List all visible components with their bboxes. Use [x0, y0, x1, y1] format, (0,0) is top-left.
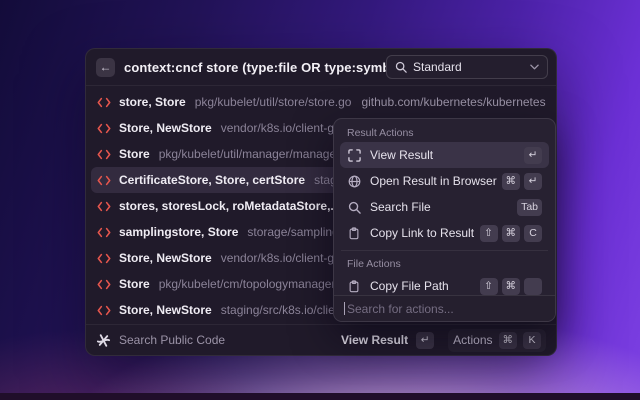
result-symbols: Store	[119, 147, 150, 161]
return-key-chip: ↵	[524, 173, 542, 190]
result-symbols: Store, NewStore	[119, 121, 212, 135]
search-icon	[395, 61, 407, 73]
result-path: pkg/kubelet/util/manager/manager.go	[159, 147, 356, 161]
action-label: Open Result in Browser	[370, 174, 497, 188]
view-result-footer-button[interactable]: View Result	[341, 333, 408, 347]
popup-divider	[341, 250, 548, 251]
result-repo: github.com/kubernetes/kubernetes	[351, 95, 545, 109]
footer-bar: Search Public Code View Result ↵ Actions…	[86, 324, 556, 355]
search-icon	[347, 201, 361, 214]
actions-footer-button[interactable]: Actions ⌘ K	[448, 329, 546, 352]
result-symbols: CertificateStore, Store, certStore	[119, 173, 305, 187]
actions-search-placeholder: Search for actions...	[347, 302, 454, 316]
code-symbol-icon	[97, 149, 111, 160]
command-key-chip: ⌘	[499, 332, 518, 349]
k-key-chip: K	[523, 332, 541, 349]
result-symbols: store, Store	[119, 95, 186, 109]
return-key-chip: ↵	[524, 147, 542, 164]
section-title-result-actions: Result Actions	[340, 124, 549, 142]
result-row-1[interactable]: store, Store pkg/kubelet/util/store/stor…	[86, 89, 556, 115]
action-open-result-in-browser[interactable]: Open Result in Browser ⌘ ↵	[340, 168, 549, 194]
search-query-input[interactable]: context:cncf store (type:file OR type:sy…	[124, 60, 386, 75]
action-search-file[interactable]: Search File Tab	[340, 194, 549, 220]
code-symbol-icon	[97, 123, 111, 134]
globe-icon	[347, 175, 361, 188]
code-symbol-icon	[97, 253, 111, 264]
screen-bottom-edge	[0, 393, 640, 400]
action-label: Copy Link to Result	[370, 226, 474, 240]
back-arrow-icon: ←	[100, 61, 112, 73]
code-symbol-icon	[97, 97, 111, 108]
return-key-chip: ↵	[416, 332, 434, 349]
result-symbols: samplingstore, Store	[119, 225, 238, 239]
command-key-chip: ⌘	[502, 173, 521, 190]
code-symbol-icon	[97, 305, 111, 316]
result-symbols: stores, storesLock, roMetadataStore,...	[119, 199, 340, 213]
result-path: pkg/kubelet/util/store/store.go	[195, 95, 352, 109]
actions-label: Actions	[453, 333, 492, 347]
back-button[interactable]: ←	[96, 58, 115, 77]
tab-key-chip: Tab	[517, 199, 542, 216]
result-symbols: Store, NewStore	[119, 303, 212, 317]
c-key-chip: C	[524, 225, 542, 242]
code-symbol-icon	[97, 175, 111, 186]
code-symbol-icon	[97, 201, 111, 212]
action-view-result[interactable]: View Result ↵	[340, 142, 549, 168]
desktop-background: ← context:cncf store (type:file OR type:…	[0, 0, 640, 400]
search-header: ← context:cncf store (type:file OR type:…	[86, 49, 556, 86]
shift-key-chip: ⇧	[480, 225, 498, 242]
search-mode-label: Standard	[413, 60, 524, 74]
brand: Search Public Code	[96, 333, 225, 348]
actions-popup: Result Actions View Result ↵ Open Result…	[333, 118, 556, 322]
result-symbols: Store, NewStore	[119, 251, 212, 265]
sourcegraph-logo-icon	[96, 333, 111, 348]
expand-icon	[347, 149, 361, 162]
clipboard-icon	[347, 227, 361, 240]
result-symbols: Store	[119, 277, 150, 291]
action-label: Copy File Path	[370, 279, 449, 293]
command-key-chip: ⌘	[502, 278, 521, 295]
action-label: View Result	[370, 148, 433, 162]
chevron-down-icon	[530, 64, 539, 70]
search-mode-dropdown[interactable]: Standard	[386, 55, 548, 79]
shift-key-chip: ⇧	[480, 278, 498, 295]
code-symbol-icon	[97, 227, 111, 238]
section-title-file-actions: File Actions	[340, 255, 549, 273]
action-copy-link-to-result[interactable]: Copy Link to Result ⇧ ⌘ C	[340, 220, 549, 246]
command-key-chip: ⌘	[502, 225, 521, 242]
brand-label: Search Public Code	[119, 333, 225, 347]
text-caret	[344, 302, 345, 315]
key-chip	[524, 278, 542, 295]
code-symbol-icon	[97, 279, 111, 290]
actions-search-input[interactable]: Search for actions...	[334, 295, 555, 321]
clipboard-icon	[347, 280, 361, 293]
action-label: Search File	[370, 200, 431, 214]
